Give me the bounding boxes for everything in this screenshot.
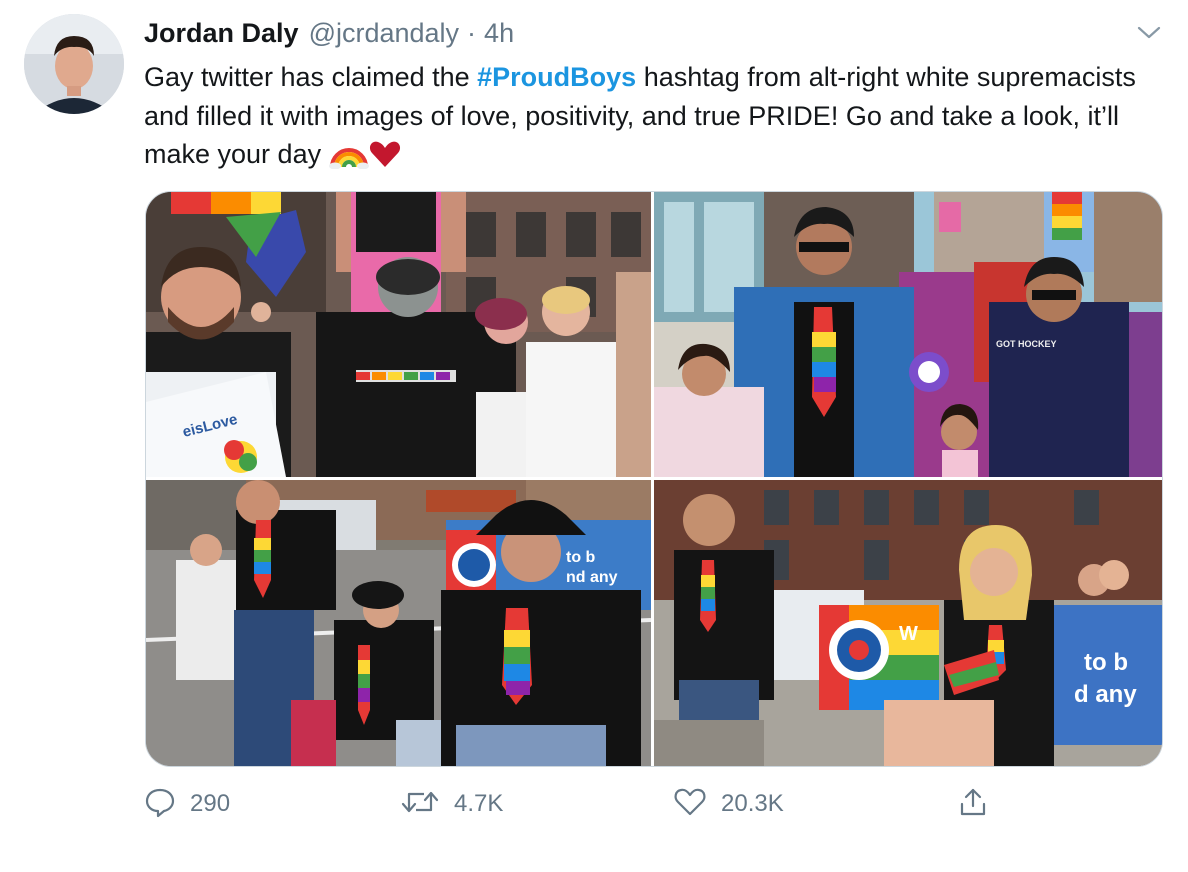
photo-3[interactable]: to b nd any xyxy=(146,480,651,766)
like-count: 20.3K xyxy=(721,790,784,817)
banner-text-2: nd any xyxy=(566,569,618,586)
reply-button[interactable]: 290 xyxy=(144,780,230,828)
tweet-actions: 290 4.7K 20.3K xyxy=(0,780,1188,830)
rainbow-icon xyxy=(328,137,369,180)
share-icon xyxy=(957,786,989,823)
reply-count: 290 xyxy=(190,790,231,817)
tweet-header: Jordan Daly @jcrdandaly · 4h xyxy=(144,18,514,52)
like-icon xyxy=(673,786,707,823)
banner-text-1: to b xyxy=(566,549,596,566)
separator: · xyxy=(467,18,477,48)
tweet-text: Gay twitter has claimed the #ProudBoys h… xyxy=(144,58,1154,180)
retweet-button[interactable]: 4.7K xyxy=(400,780,503,828)
photo-1[interactable]: eisLove xyxy=(146,192,651,477)
avatar[interactable] xyxy=(24,14,124,114)
reply-icon xyxy=(144,786,176,823)
grid-divider-horizontal xyxy=(146,477,1162,480)
timestamp[interactable]: 4h xyxy=(484,18,514,49)
photo-4[interactable]: to b d any W xyxy=(654,480,1162,766)
author-handle[interactable]: @jcrdandaly xyxy=(309,18,459,49)
retweet-count: 4.7K xyxy=(454,790,504,817)
chevron-down-icon[interactable] xyxy=(1134,20,1164,44)
banner-text-4: d any xyxy=(1074,681,1137,708)
photo-grid[interactable]: eisLove GOT HOCKEY to b nd any to b d an… xyxy=(145,191,1163,767)
share-button[interactable] xyxy=(957,780,989,828)
banner-text-3: to b xyxy=(1084,649,1128,676)
author-name[interactable]: Jordan Daly xyxy=(144,18,299,49)
heart-icon xyxy=(369,139,401,180)
banner-text-5: W xyxy=(899,623,918,645)
tweet-text-part1: Gay twitter has claimed the xyxy=(144,62,478,92)
shirt-text-1: GOT HOCKEY xyxy=(996,339,1057,349)
like-button[interactable]: 20.3K xyxy=(673,780,784,828)
hashtag-link[interactable]: #ProudBoys xyxy=(477,62,636,92)
retweet-icon xyxy=(400,786,440,823)
photo-2[interactable]: GOT HOCKEY xyxy=(654,192,1162,477)
